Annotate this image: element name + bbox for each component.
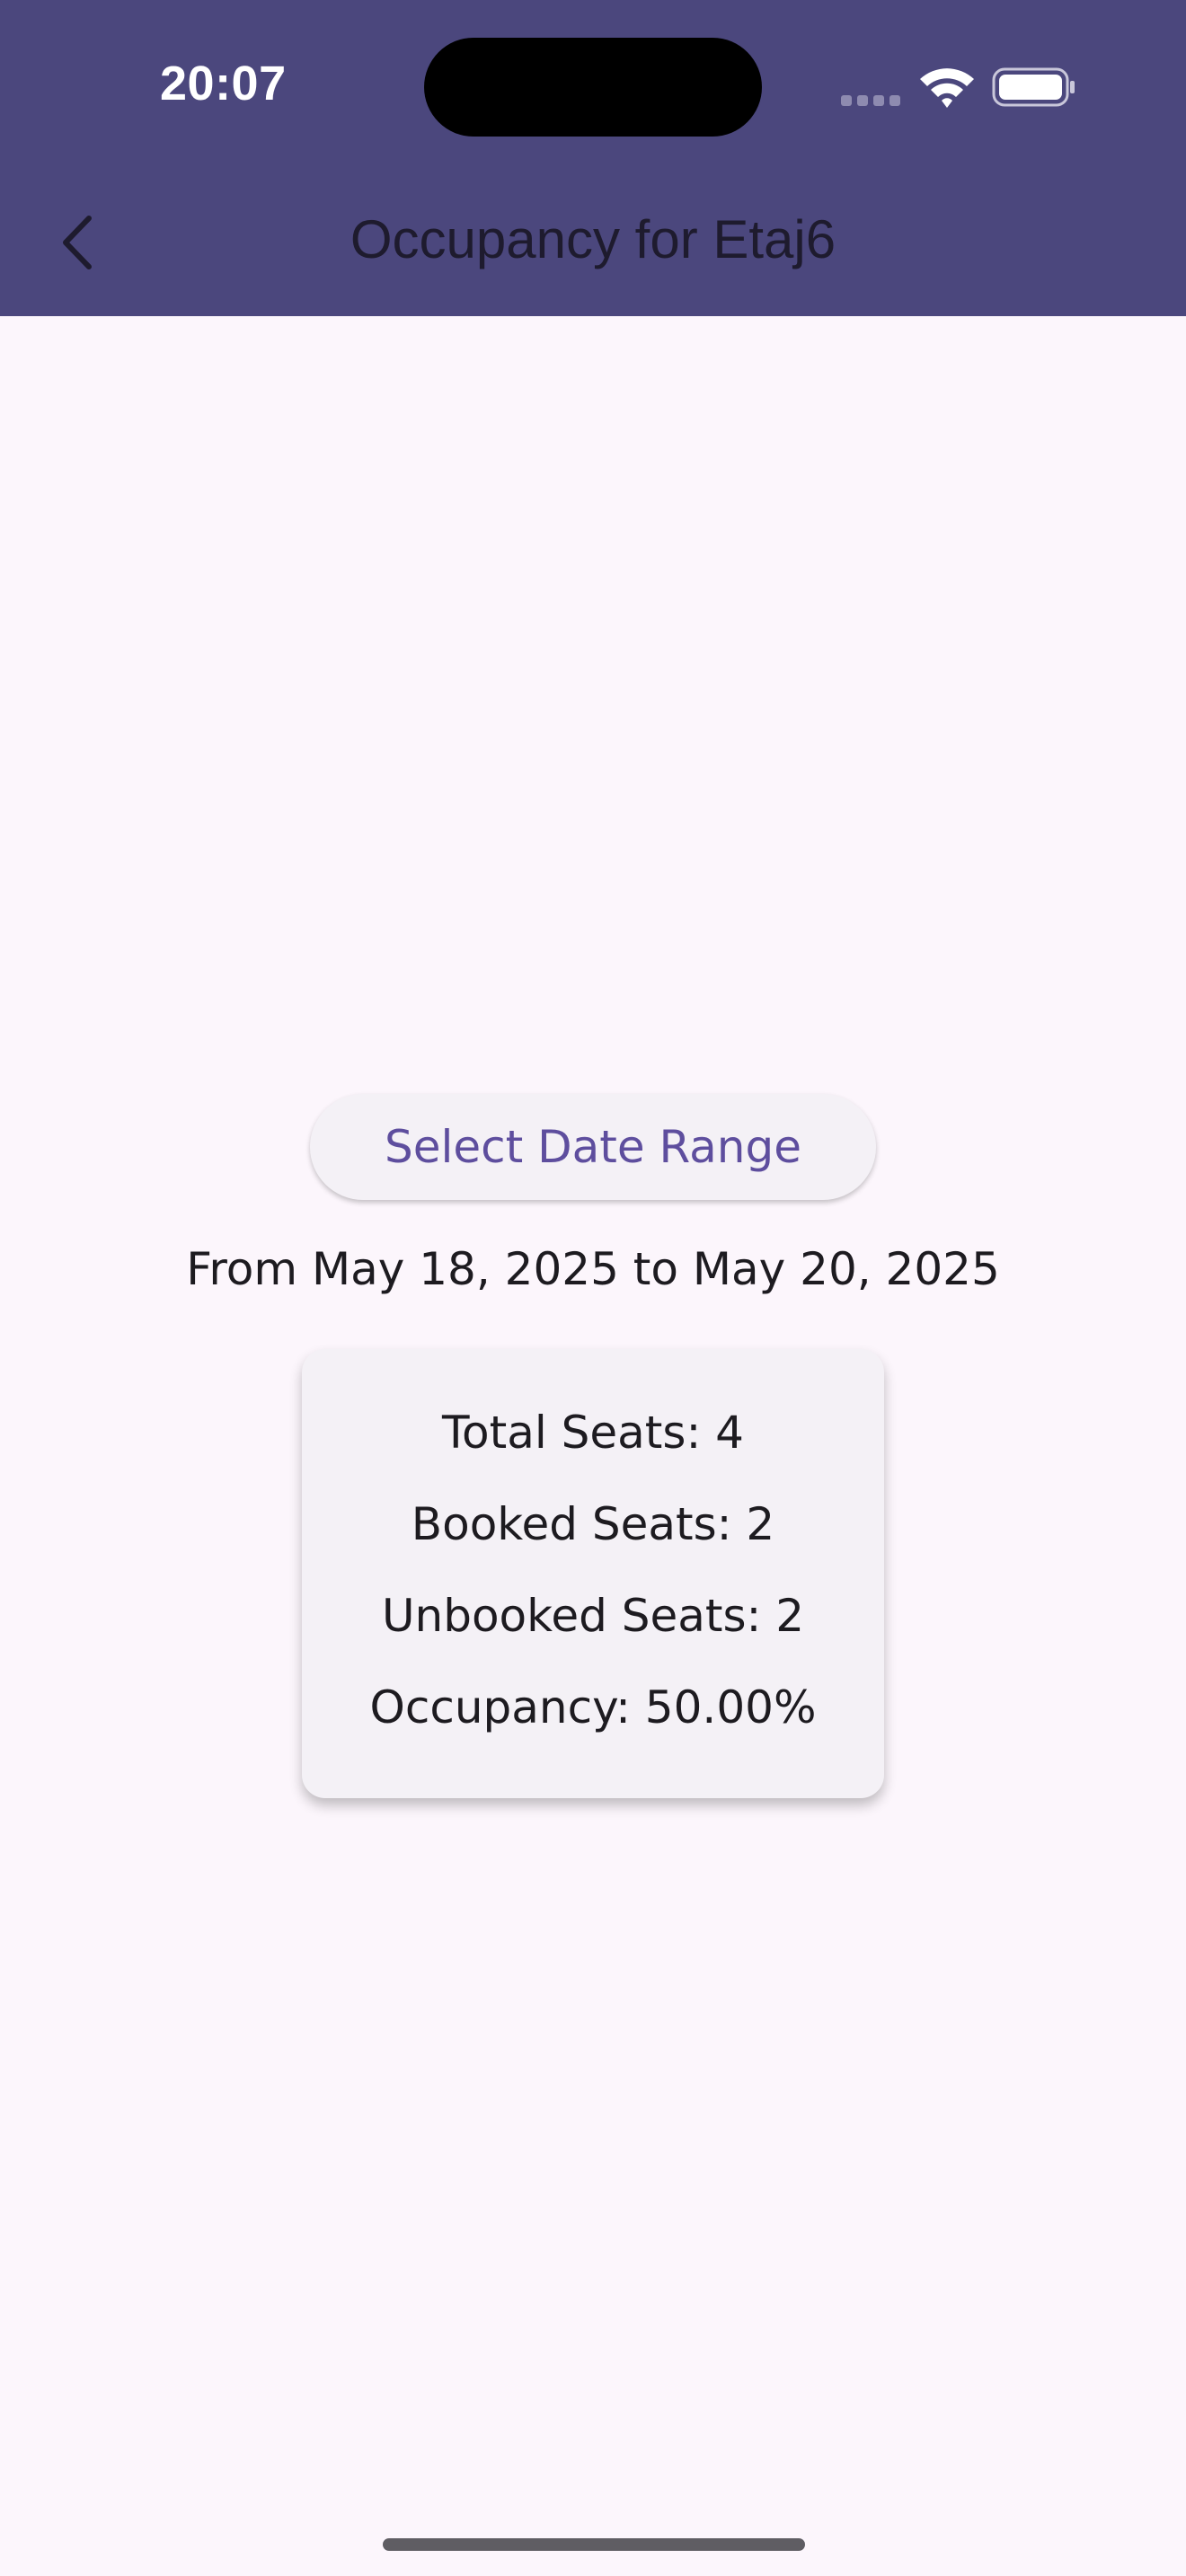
page-title: Occupancy for Etaj6 (350, 209, 836, 269)
occupancy-stats-card: Total Seats: 4 Booked Seats: 2 Unbooked … (302, 1349, 884, 1798)
home-indicator[interactable] (383, 2538, 805, 2551)
unbooked-seats-text: Unbooked Seats: 2 (381, 1590, 805, 1642)
date-range-text: From May 18, 2025 to May 20, 2025 (186, 1243, 1000, 1295)
battery-icon (992, 66, 1076, 108)
booked-seats-text: Booked Seats: 2 (411, 1498, 775, 1550)
dynamic-island (424, 38, 762, 137)
header-bar: 20:07 Occupancy for Etaj6 (0, 0, 1186, 316)
status-time: 20:07 (160, 57, 287, 110)
wifi-icon (918, 65, 976, 110)
select-date-range-button[interactable]: Select Date Range (310, 1094, 876, 1200)
occupancy-percent-text: Occupancy: 50.00% (369, 1681, 817, 1734)
occupancy-screen: 20:07 Occupancy for Etaj6 Select Date Ra… (0, 0, 1186, 2576)
total-seats-text: Total Seats: 4 (441, 1407, 744, 1459)
cellular-signal-icon (841, 95, 902, 106)
